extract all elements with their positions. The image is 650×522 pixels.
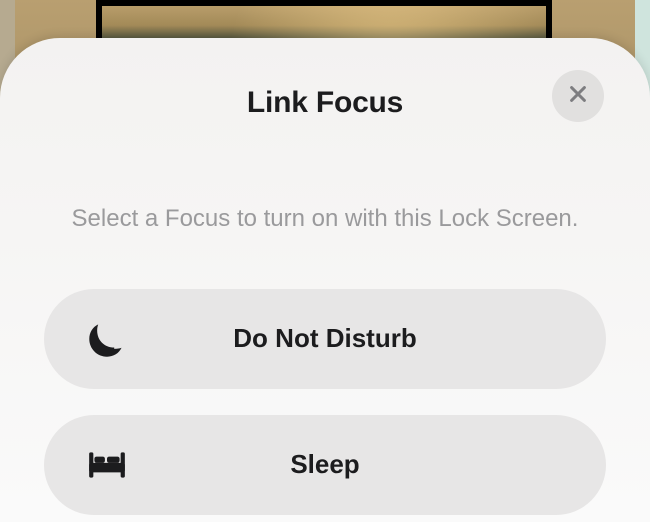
close-icon xyxy=(567,83,589,110)
focus-option-do-not-disturb[interactable]: Do Not Disturb xyxy=(44,289,606,389)
sheet-subtitle: Select a Focus to turn on with this Lock… xyxy=(40,202,610,237)
focus-option-list: Do Not Disturb Sleep xyxy=(40,289,610,515)
focus-option-label: Sleep xyxy=(44,449,606,480)
moon-icon xyxy=(86,318,128,360)
close-button[interactable] xyxy=(552,70,604,122)
link-focus-sheet: Link Focus Select a Focus to turn on wit… xyxy=(0,38,650,522)
bed-icon xyxy=(86,444,128,486)
focus-option-label: Do Not Disturb xyxy=(44,323,606,354)
focus-option-sleep[interactable]: Sleep xyxy=(44,415,606,515)
sheet-header: Link Focus xyxy=(40,68,610,138)
sheet-title: Link Focus xyxy=(247,86,403,120)
